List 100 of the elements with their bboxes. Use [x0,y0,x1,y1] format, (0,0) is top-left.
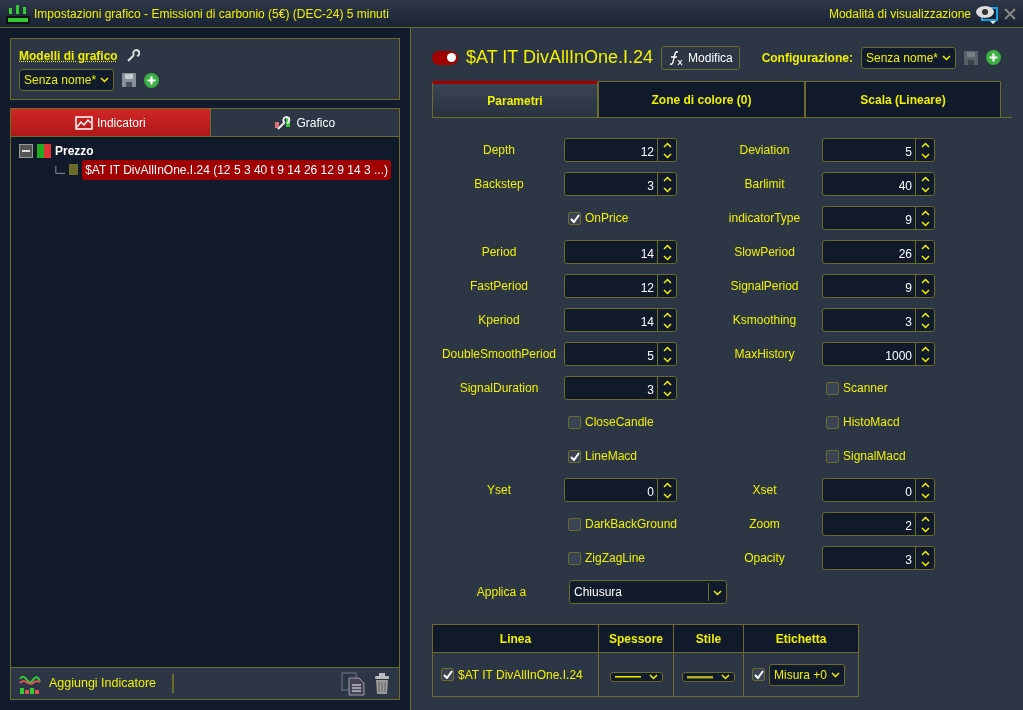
wrench-icon[interactable] [125,49,140,63]
field-label: Depth [482,142,516,159]
tab[interactable]: Grafico [209,109,399,137]
field-label: Ksmoothing [731,312,798,329]
checkbox-label: HistoMacd [843,414,900,431]
checkbox[interactable] [568,415,581,429]
field-label: Period [480,244,518,261]
apply-select[interactable]: Chiusura [569,580,727,604]
add-icon[interactable] [144,72,160,88]
checkbox-label: Scanner [843,380,888,397]
field-label: SignalDuration [458,380,540,397]
number-field[interactable]: 14 [564,240,677,264]
tab[interactable]: Zone di colore (0) [598,81,805,117]
number-field[interactable]: 14 [564,308,677,332]
field-label: FastPeriod [469,278,529,295]
config-select[interactable]: Senza nome* [860,46,956,69]
field-label: MaxHistory [733,346,796,363]
line-sample-icon [614,674,641,679]
checkbox[interactable] [752,668,765,681]
field-label: Backstep [473,176,525,193]
label-select[interactable]: Misura +0 [769,663,846,686]
checkbox[interactable] [568,517,581,531]
number-field[interactable]: 40 [822,172,935,196]
number-field[interactable]: 26 [822,240,935,264]
checkbox[interactable] [826,381,839,395]
checkbox[interactable] [568,551,581,565]
column-header: Spessore [598,624,674,653]
checkbox-label: CloseCandle [585,414,654,431]
number-field[interactable]: 9 [822,206,935,230]
number-field[interactable]: 9 [822,274,935,298]
column-header: Linea [432,624,599,653]
style-select[interactable] [682,671,735,682]
caret-icon[interactable] [713,589,722,596]
field-label: Applica a [475,584,528,601]
column-header: Stile [673,624,744,653]
checkbox-label: ZigZagLine [585,550,646,567]
number-field[interactable]: 3 [822,308,935,332]
field-label: DoubleSmoothPeriod [440,346,558,363]
number-field[interactable]: 1000 [822,342,935,366]
app-logo-icon [6,2,30,25]
checkbox[interactable] [441,668,454,681]
chart-icon [74,115,93,130]
window-title: Impostazioni grafico - Emissioni di carbonio (5€) (DEC-24) 5 minuti [34,5,389,23]
field-label: Xset [751,482,778,499]
copy-icon[interactable] [341,671,365,696]
field-label: Zoom [748,516,781,533]
caret-icon[interactable] [942,54,951,61]
toggle-switch[interactable] [432,50,458,65]
number-field[interactable]: 3 [822,546,935,570]
checkbox[interactable] [826,449,839,463]
checkbox-label: OnPrice [585,210,629,227]
number-field[interactable]: 5 [564,342,677,366]
number-field[interactable]: 3 [564,376,677,400]
tree-item[interactable]: $AT IT DivAllInOne.I.24 (12 5 3 40 t 9 14 26 12 9 14 3 ...) [82,159,391,180]
number-field[interactable]: 0 [564,478,677,502]
number-field[interactable]: 3 [564,172,677,196]
number-field[interactable]: 2 [822,512,935,536]
thickness-select[interactable] [609,671,663,682]
tree-item[interactable]: Prezzo [55,141,94,160]
field-label: SignalPeriod [729,278,800,295]
number-field[interactable]: 5 [822,138,935,162]
column-header: Etichetta [743,624,859,653]
add-indicator-link[interactable]: Aggiungi Indicatore [49,674,175,693]
wrench-candles-icon [274,114,293,131]
add-icon[interactable] [986,50,1001,65]
edit-button[interactable]: Modifica [661,45,740,70]
number-field[interactable]: 12 [564,274,677,298]
number-field[interactable]: 12 [564,138,677,162]
checkbox[interactable] [826,415,839,429]
checkbox[interactable] [568,211,581,225]
price-color-icon [37,143,51,158]
checkbox-label: DarkBackGround [585,516,678,533]
config-label: Configurazione: [761,49,853,67]
templates-link[interactable]: Modelli di grafico [19,47,118,65]
caret-icon[interactable] [831,671,841,678]
caret-icon[interactable] [648,673,658,680]
expand-toggle-icon[interactable] [19,141,33,160]
indicator-name: $AT IT DivAllInOne.I.24 [466,46,654,69]
template-select[interactable]: Senza nome* [19,69,115,91]
view-mode-label: Modalità di visualizzazione [828,5,971,23]
field-label: Kperiod [477,312,521,329]
number-field[interactable]: 0 [822,478,935,502]
tab[interactable]: Parametri [432,81,598,117]
field-label: Barlimit [743,176,786,193]
checkbox-label: SignalMacd [843,448,906,465]
checkbox-label: LineMacd [585,448,638,465]
trash-icon[interactable] [373,672,391,695]
checkbox[interactable] [568,449,581,463]
field-label: Opacity [743,550,786,567]
line-name: $AT IT DivAllInOne.I.24 [458,666,583,684]
field-label: Yset [486,482,512,499]
tab[interactable]: Scala (Lineare) [805,81,1001,117]
field-label: indicatorType [727,210,802,227]
caret-icon[interactable] [100,77,110,83]
tab[interactable]: Indicatori [11,109,210,137]
save-icon[interactable] [122,73,137,87]
caret-icon[interactable] [721,673,730,680]
field-label: Deviation [738,142,791,159]
close-icon[interactable] [1003,6,1017,21]
save-icon[interactable] [964,50,978,65]
